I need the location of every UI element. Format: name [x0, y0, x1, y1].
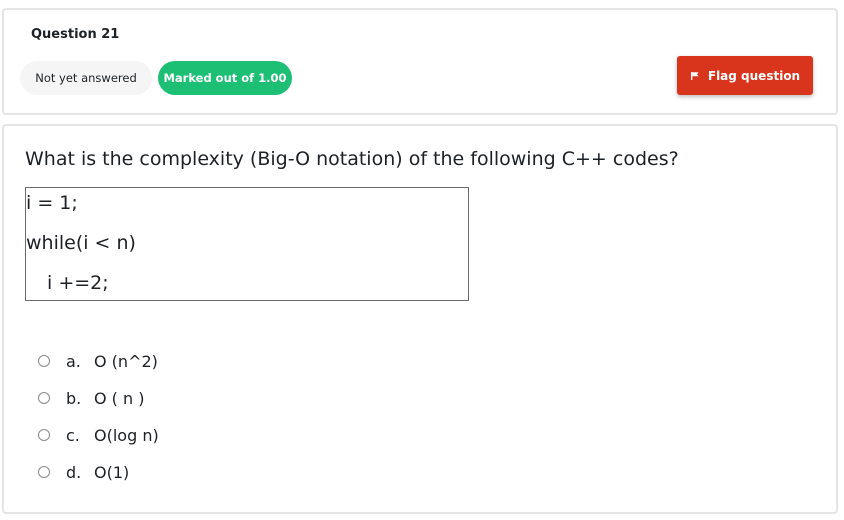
flag-icon — [690, 71, 700, 81]
option-letter: d. — [66, 462, 82, 482]
radio-icon[interactable] — [38, 392, 50, 404]
radio-icon[interactable] — [38, 355, 50, 367]
question-content-panel: What is the complexity (Big-O notation) … — [2, 124, 838, 514]
radio-icon[interactable] — [38, 429, 50, 441]
code-line: i +=2; — [47, 272, 109, 294]
option-text: O (n^2) — [94, 351, 158, 371]
radio-icon[interactable] — [38, 466, 50, 478]
option-text: O(1) — [94, 462, 130, 482]
answer-option-d[interactable]: d. O(1) — [38, 460, 129, 484]
code-block: i = 1; while(i < n) i +=2; — [25, 187, 469, 301]
question-info-panel: Question 21 Not yet answered Marked out … — [2, 8, 838, 115]
marks-badge: Marked out of 1.00 — [158, 61, 292, 95]
answer-status-badge: Not yet answered — [20, 61, 152, 95]
question-text: What is the complexity (Big-O notation) … — [25, 148, 679, 170]
answer-option-a[interactable]: a. O (n^2) — [38, 349, 158, 373]
option-text: O(log n) — [94, 425, 159, 445]
option-letter: b. — [66, 388, 82, 408]
code-line: i = 1; — [26, 192, 78, 214]
flag-question-button[interactable]: Flag question — [677, 56, 813, 95]
option-letter: a. — [66, 351, 81, 371]
answer-option-c[interactable]: c. O(log n) — [38, 423, 159, 447]
option-text: O ( n ) — [94, 388, 145, 408]
flag-question-label: Flag question — [707, 68, 801, 83]
answer-option-b[interactable]: b. O ( n ) — [38, 386, 144, 410]
question-number: Question 21 — [31, 27, 120, 42]
option-letter: c. — [66, 425, 80, 445]
code-line: while(i < n) — [26, 232, 136, 254]
